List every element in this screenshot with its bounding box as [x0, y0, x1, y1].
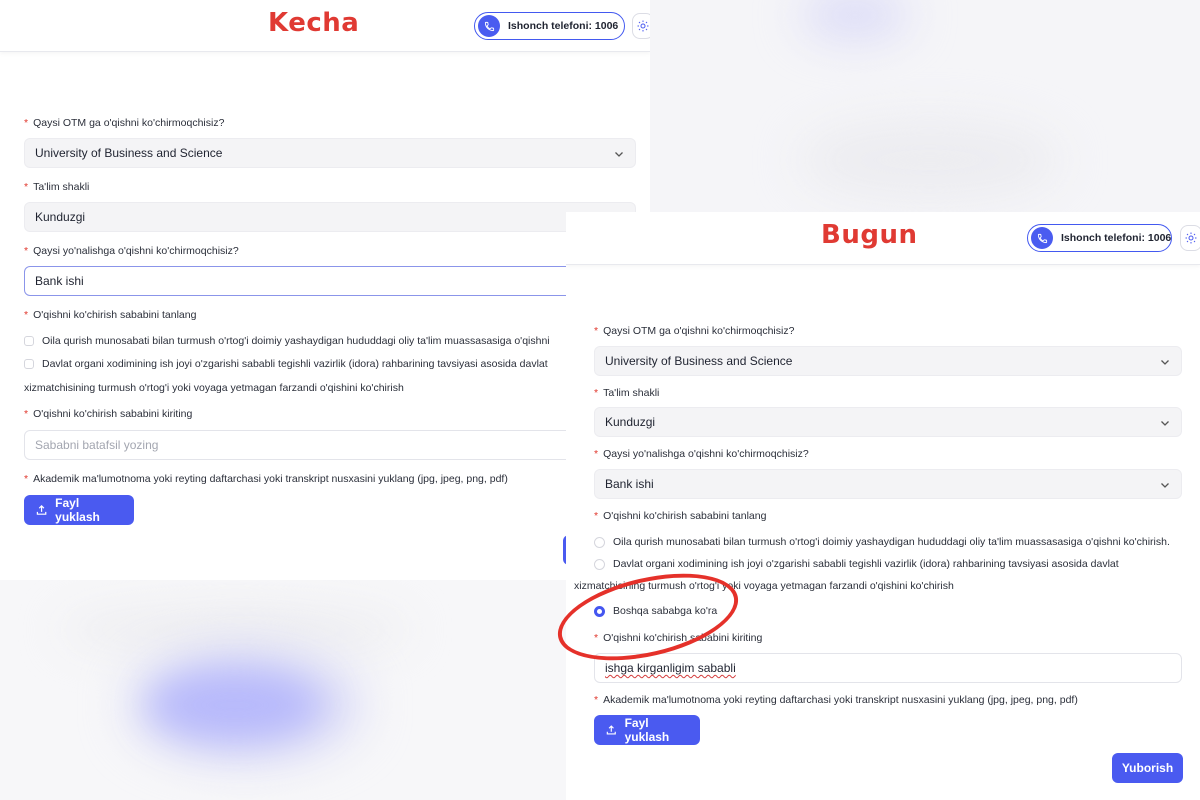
- reason-option-2[interactable]: Davlat organi xodimining ish joyi o'zgar…: [24, 358, 548, 370]
- hotline-button[interactable]: Ishonch telefoni: 1006: [1027, 224, 1172, 252]
- otm-label: * Qaysi OTM ga o'qishni ko'chirmoqchisiz?: [24, 117, 225, 129]
- sun-icon: [1185, 232, 1197, 244]
- phone-icon: [478, 15, 500, 37]
- chevron-down-icon: [1161, 421, 1169, 426]
- panel-heading: Bugun: [821, 220, 918, 250]
- right-screenshot-panel: Bugun Ishonch telefoni: 1006 * Qaysi OTM …: [566, 212, 1200, 800]
- submit-button[interactable]: Yuborish: [1112, 753, 1183, 783]
- upload-label: * Akademik ma'lumotnoma yoki reyting daft…: [24, 473, 508, 485]
- chevron-down-icon: [615, 152, 623, 157]
- yonalish-label: * Qaysi yo'nalishga o'qishni ko'chirmoqch…: [594, 448, 809, 460]
- option-radio[interactable]: [594, 558, 605, 570]
- yonalish-label: * Qaysi yo'nalishga o'qishni ko'chirmoqch…: [24, 245, 239, 257]
- file-upload-button[interactable]: Fayl yuklash: [594, 715, 700, 745]
- left-screenshot-panel: Kecha Ishonch telefoni: 1006 * Qaysi OTM …: [0, 0, 650, 580]
- otm-select[interactable]: University of Business and Science: [24, 138, 636, 168]
- otm-label: * Qaysi OTM ga o'qishni ko'chirmoqchisiz?: [594, 325, 795, 337]
- upload-label: * Akademik ma'lumotnoma yoki reyting daft…: [594, 694, 1078, 706]
- reason-option-2[interactable]: Davlat organi xodimining ish joyi o'zgar…: [594, 558, 1119, 570]
- sun-icon: [637, 20, 649, 32]
- talim-shakli-label: * Ta'lim shakli: [24, 181, 90, 193]
- reason-input[interactable]: Sababni batafsil yozing: [24, 430, 636, 460]
- chevron-down-icon: [1161, 483, 1169, 488]
- talim-shakli-select[interactable]: Kunduzgi: [24, 202, 636, 232]
- talim-shakli-select[interactable]: Kunduzgi: [594, 407, 1182, 437]
- option-radio[interactable]: [594, 536, 605, 548]
- theme-toggle-button[interactable]: [1180, 225, 1200, 251]
- file-upload-button[interactable]: Fayl yuklash: [24, 495, 134, 525]
- yonalish-select[interactable]: Bank ishi: [24, 266, 636, 296]
- reason-input-label: * O'qishni ko'chirish sababini kiriting: [24, 408, 193, 420]
- chevron-down-icon: [1161, 360, 1169, 365]
- theme-toggle-button[interactable]: [632, 13, 650, 39]
- upload-icon: [606, 725, 616, 735]
- reason-option-1[interactable]: Oila qurish munosabati bilan turmush o'r…: [594, 536, 1170, 548]
- hotline-button[interactable]: Ishonch telefoni: 1006: [474, 12, 625, 40]
- reason-option-1[interactable]: Oila qurish munosabati bilan turmush o'r…: [24, 335, 550, 347]
- hotline-label: Ishonch telefoni: 1006: [508, 20, 619, 32]
- background-blur: [800, 120, 1060, 200]
- option-checkbox[interactable]: [24, 359, 34, 369]
- reason-option-2-continued: xizmatchisining turmush o'rtog'i yoki vo…: [24, 382, 404, 394]
- reason-input[interactable]: ishga kirganligim sababli: [594, 653, 1182, 683]
- talim-shakli-label: * Ta'lim shakli: [594, 387, 660, 399]
- yonalish-select[interactable]: Bank ishi: [594, 469, 1182, 499]
- reason-select-label: * O'qishni ko'chirish sababini tanlang: [594, 510, 767, 522]
- hotline-label: Ishonch telefoni: 1006: [1061, 232, 1172, 244]
- phone-icon: [1031, 227, 1053, 249]
- option-checkbox[interactable]: [24, 336, 34, 346]
- panel-heading: Kecha: [268, 8, 360, 38]
- upload-icon: [36, 504, 47, 515]
- otm-select[interactable]: University of Business and Science: [594, 346, 1182, 376]
- background-blur: [150, 670, 320, 740]
- reason-select-label: * O'qishni ko'chirish sababini tanlang: [24, 309, 197, 321]
